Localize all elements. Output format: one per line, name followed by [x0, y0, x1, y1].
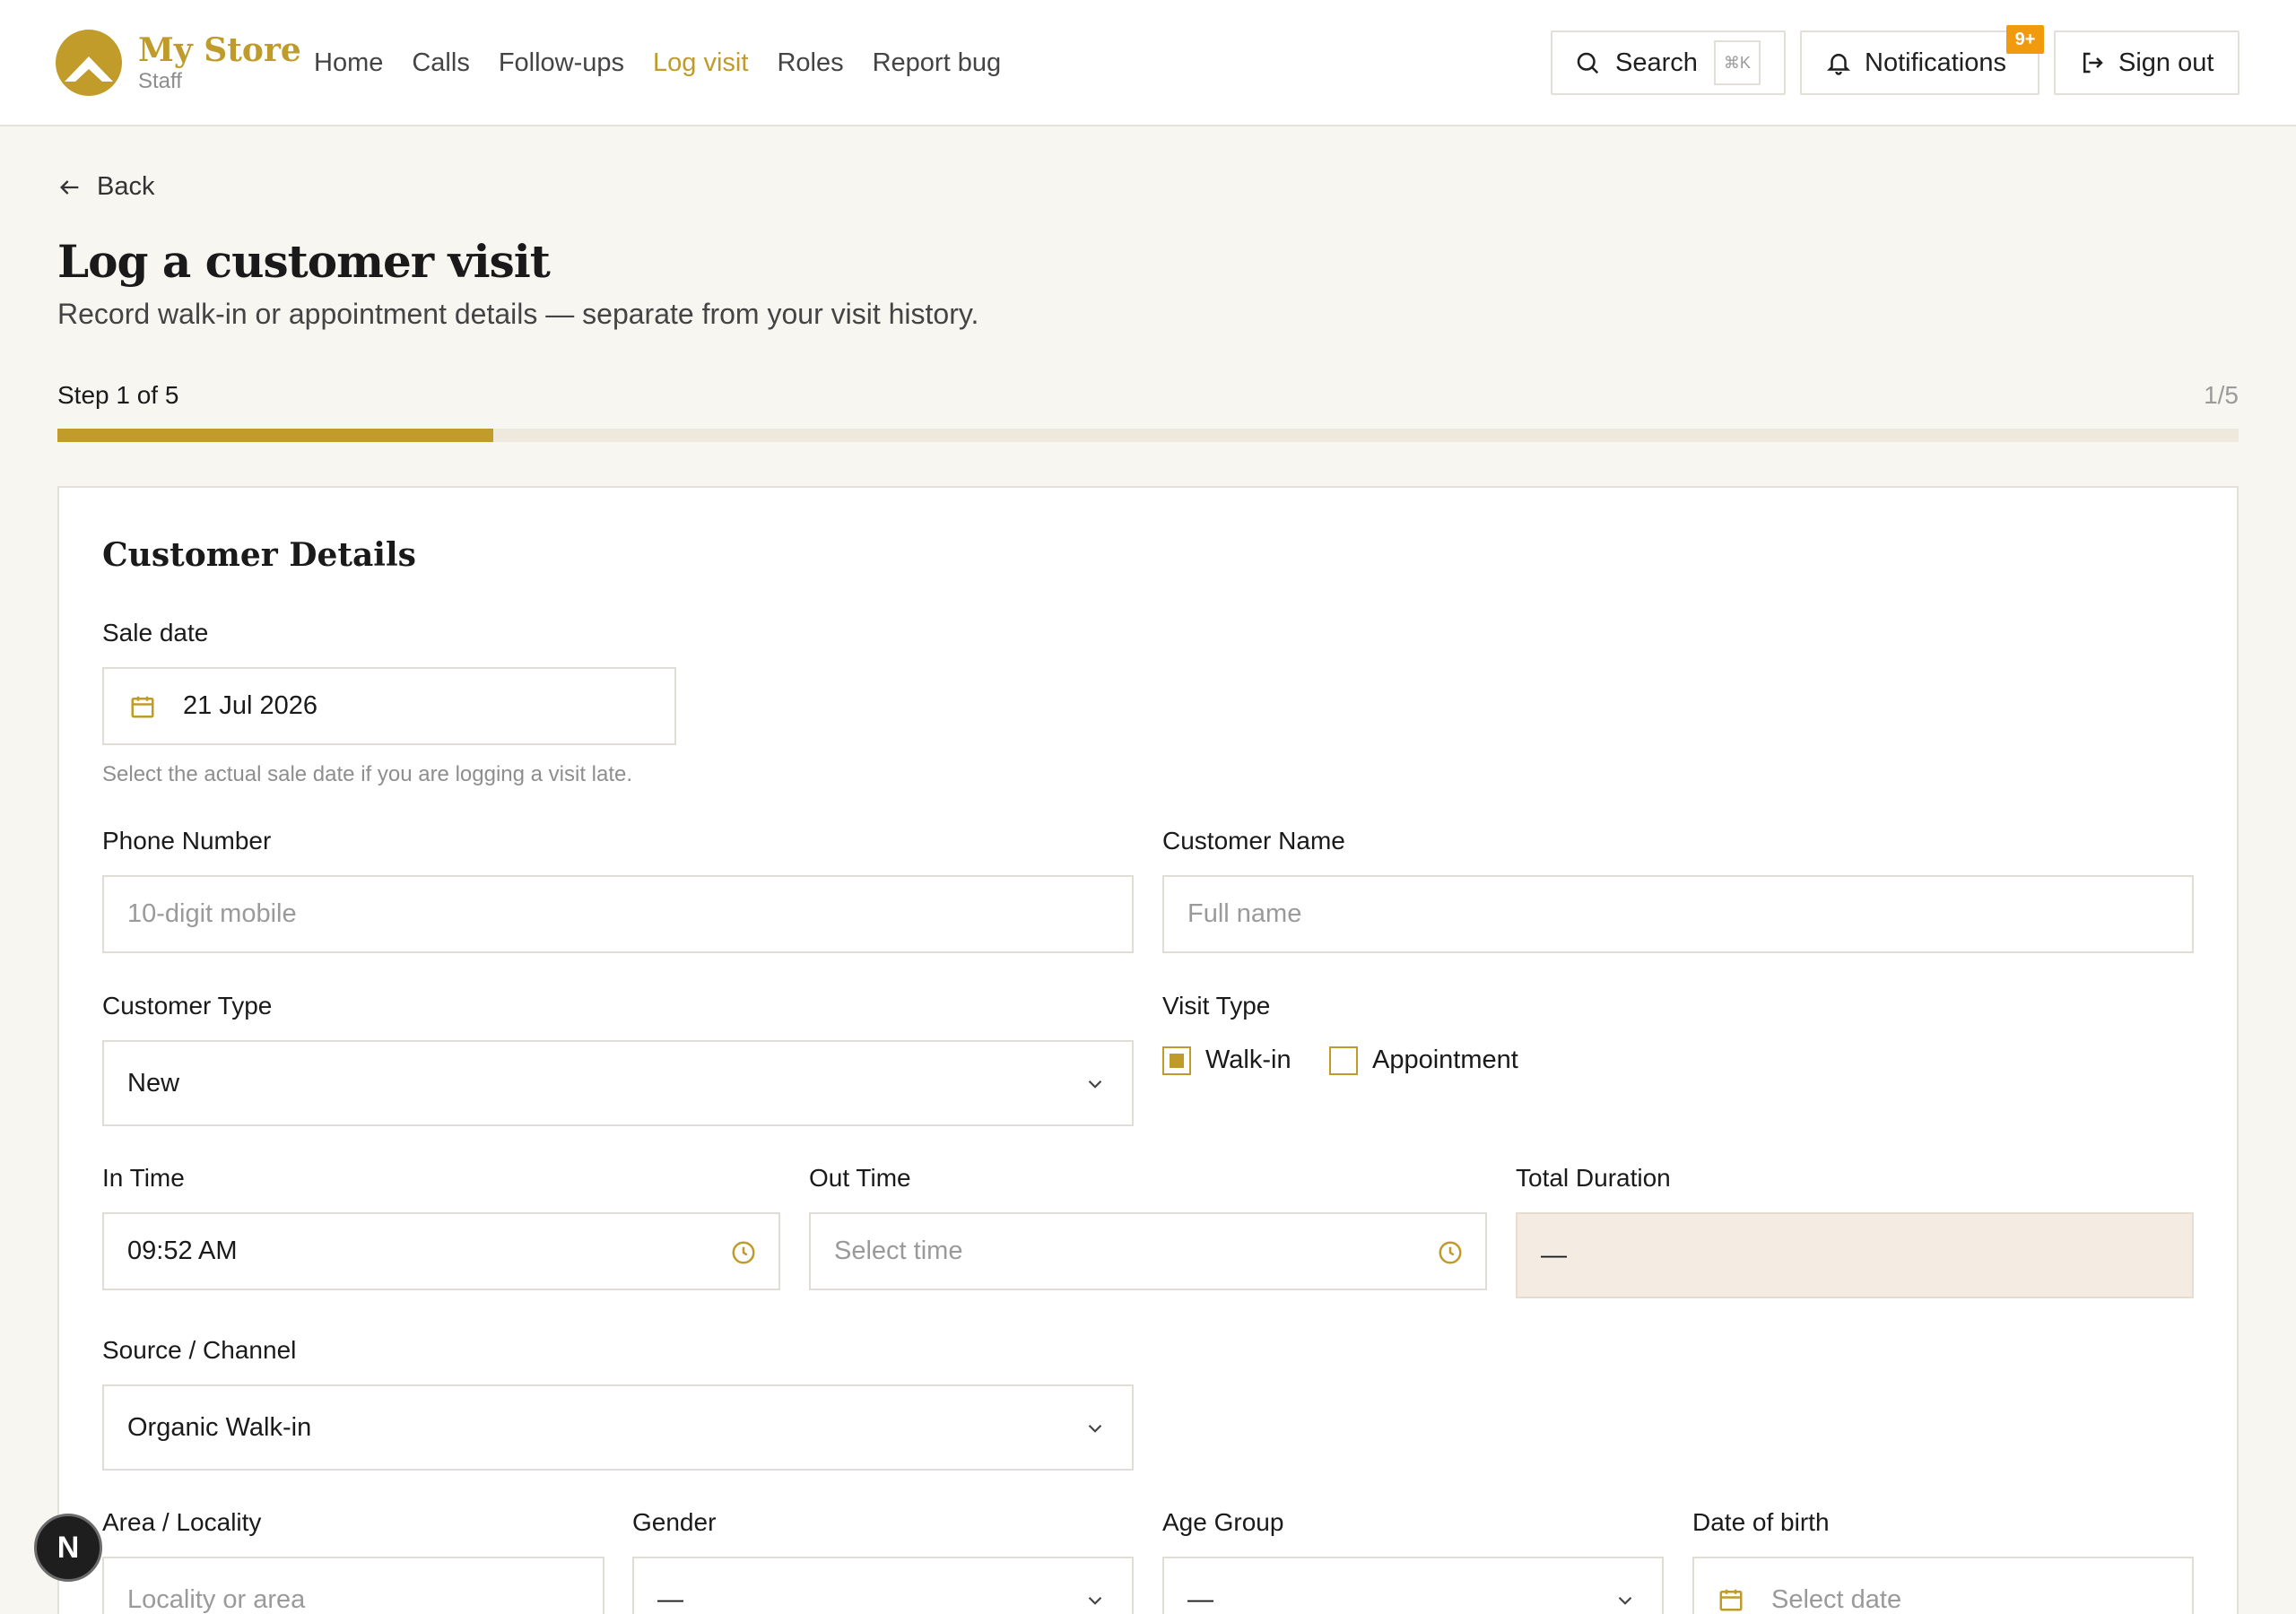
page-title: Log a customer visit: [57, 235, 551, 288]
gender-label: Gender: [632, 1508, 717, 1536]
sale-date-field[interactable]: 21 Jul 2026: [102, 667, 676, 745]
source-label: Source / Channel: [102, 1336, 297, 1364]
main-nav: Home Calls Follow-ups Log visit Roles Re…: [314, 45, 1030, 81]
search-button[interactable]: Search ⌘K: [1551, 30, 1786, 95]
customer-type-value: New: [127, 1068, 180, 1098]
brand[interactable]: My Store Staff: [56, 30, 301, 96]
gender-select[interactable]: —: [632, 1557, 1134, 1614]
search-icon: [1577, 52, 1599, 74]
search-shortcut: ⌘K: [1713, 40, 1761, 85]
nav-roles[interactable]: Roles: [777, 45, 843, 81]
calendar-icon: [131, 696, 154, 717]
brand-subtitle: Staff: [138, 69, 182, 93]
appointment-label: Appointment: [1372, 1046, 1518, 1074]
age-group-value: —: [1187, 1584, 1213, 1614]
nav-calls[interactable]: Calls: [412, 45, 469, 81]
in-time-label: In Time: [102, 1164, 185, 1192]
dob-placeholder: Select date: [1771, 1584, 1902, 1614]
customer-name-label: Customer Name: [1162, 827, 1345, 855]
visit-type-appointment-checkbox[interactable]: Appointment: [1329, 1046, 1518, 1075]
notifications-button[interactable]: Notifications: [1800, 30, 2039, 95]
chevron-down-icon: [1618, 1596, 1632, 1605]
sale-date-value: 21 Jul 2026: [183, 691, 317, 720]
sale-date-label: Sale date: [102, 619, 209, 646]
out-time-placeholder: Select time: [834, 1237, 963, 1265]
clock-icon: [732, 1241, 755, 1264]
search-label: Search: [1615, 48, 1698, 77]
dob-label: Date of birth: [1692, 1508, 1830, 1536]
step-label: Step 1 of 5: [57, 381, 179, 409]
chevron-down-icon: [1088, 1596, 1102, 1605]
total-duration-value: —: [1541, 1240, 1567, 1270]
sale-date-hint: Select the actual sale date if you are l…: [102, 762, 633, 786]
source-select[interactable]: Organic Walk-in: [102, 1384, 1134, 1471]
sign-out-label: Sign out: [2118, 48, 2214, 77]
checkbox-checked-icon: [1162, 1046, 1191, 1075]
area-label: Area / Locality: [102, 1508, 262, 1536]
in-time-input[interactable]: 09:52 AM: [102, 1212, 780, 1290]
gender-value: —: [657, 1584, 683, 1614]
dev-tools-button[interactable]: N: [34, 1514, 102, 1582]
back-link[interactable]: Back: [57, 172, 154, 202]
arrow-left-icon: [60, 179, 79, 195]
area-placeholder: Locality or area: [127, 1584, 306, 1614]
step-progress-fill: [57, 429, 494, 442]
customer-type-select[interactable]: New: [102, 1040, 1134, 1126]
notifications-badge: 9+: [2006, 25, 2044, 54]
page-subtitle: Record walk-in or appointment details — …: [57, 298, 979, 330]
area-input[interactable]: Locality or area: [102, 1557, 604, 1614]
brand-logo-icon: [56, 30, 122, 96]
nav-follow-ups[interactable]: Follow-ups: [499, 45, 624, 81]
age-group-select[interactable]: —: [1162, 1557, 1664, 1614]
total-duration-field: —: [1516, 1212, 2194, 1298]
out-time-label: Out Time: [809, 1164, 911, 1192]
phone-placeholder: 10-digit mobile: [127, 899, 297, 928]
nav-log-visit[interactable]: Log visit: [653, 45, 748, 81]
bell-icon: [1826, 54, 1851, 75]
phone-input[interactable]: 10-digit mobile: [102, 875, 1134, 953]
top-header: My Store Staff Home Calls Follow-ups Log…: [0, 0, 2296, 126]
notifications-label: Notifications: [1865, 48, 2006, 77]
visit-type-walk-in-checkbox[interactable]: Walk-in: [1162, 1046, 1292, 1075]
walk-in-label: Walk-in: [1205, 1046, 1292, 1074]
back-label: Back: [97, 172, 155, 201]
in-time-value: 09:52 AM: [127, 1237, 238, 1265]
chevron-down-icon: [1088, 1080, 1102, 1089]
calendar-icon: [1719, 1589, 1743, 1611]
section-title: Customer Details: [102, 536, 416, 574]
step-count: 1/5: [2204, 381, 2239, 409]
clock-icon: [1439, 1241, 1462, 1264]
visit-type-label: Visit Type: [1162, 992, 1271, 1020]
chevron-down-icon: [1088, 1424, 1102, 1433]
dob-input[interactable]: Select date: [1692, 1557, 2194, 1614]
source-value: Organic Walk-in: [127, 1412, 312, 1442]
customer-type-label: Customer Type: [102, 992, 273, 1020]
sign-out-button[interactable]: Sign out: [2054, 30, 2239, 95]
customer-name-input[interactable]: Full name: [1162, 875, 2194, 953]
total-duration-label: Total Duration: [1516, 1164, 1671, 1192]
customer-name-placeholder: Full name: [1187, 899, 1302, 928]
nav-home[interactable]: Home: [314, 45, 383, 81]
brand-name: My Store: [138, 31, 301, 69]
nav-report-bug[interactable]: Report bug: [873, 45, 1002, 81]
phone-label: Phone Number: [102, 827, 272, 855]
checkbox-unchecked-icon: [1329, 1046, 1358, 1075]
step-progress-bar: [57, 429, 2239, 442]
out-time-input[interactable]: Select time: [809, 1212, 1487, 1290]
sign-out-icon: [2083, 52, 2103, 74]
age-group-label: Age Group: [1162, 1508, 1284, 1536]
